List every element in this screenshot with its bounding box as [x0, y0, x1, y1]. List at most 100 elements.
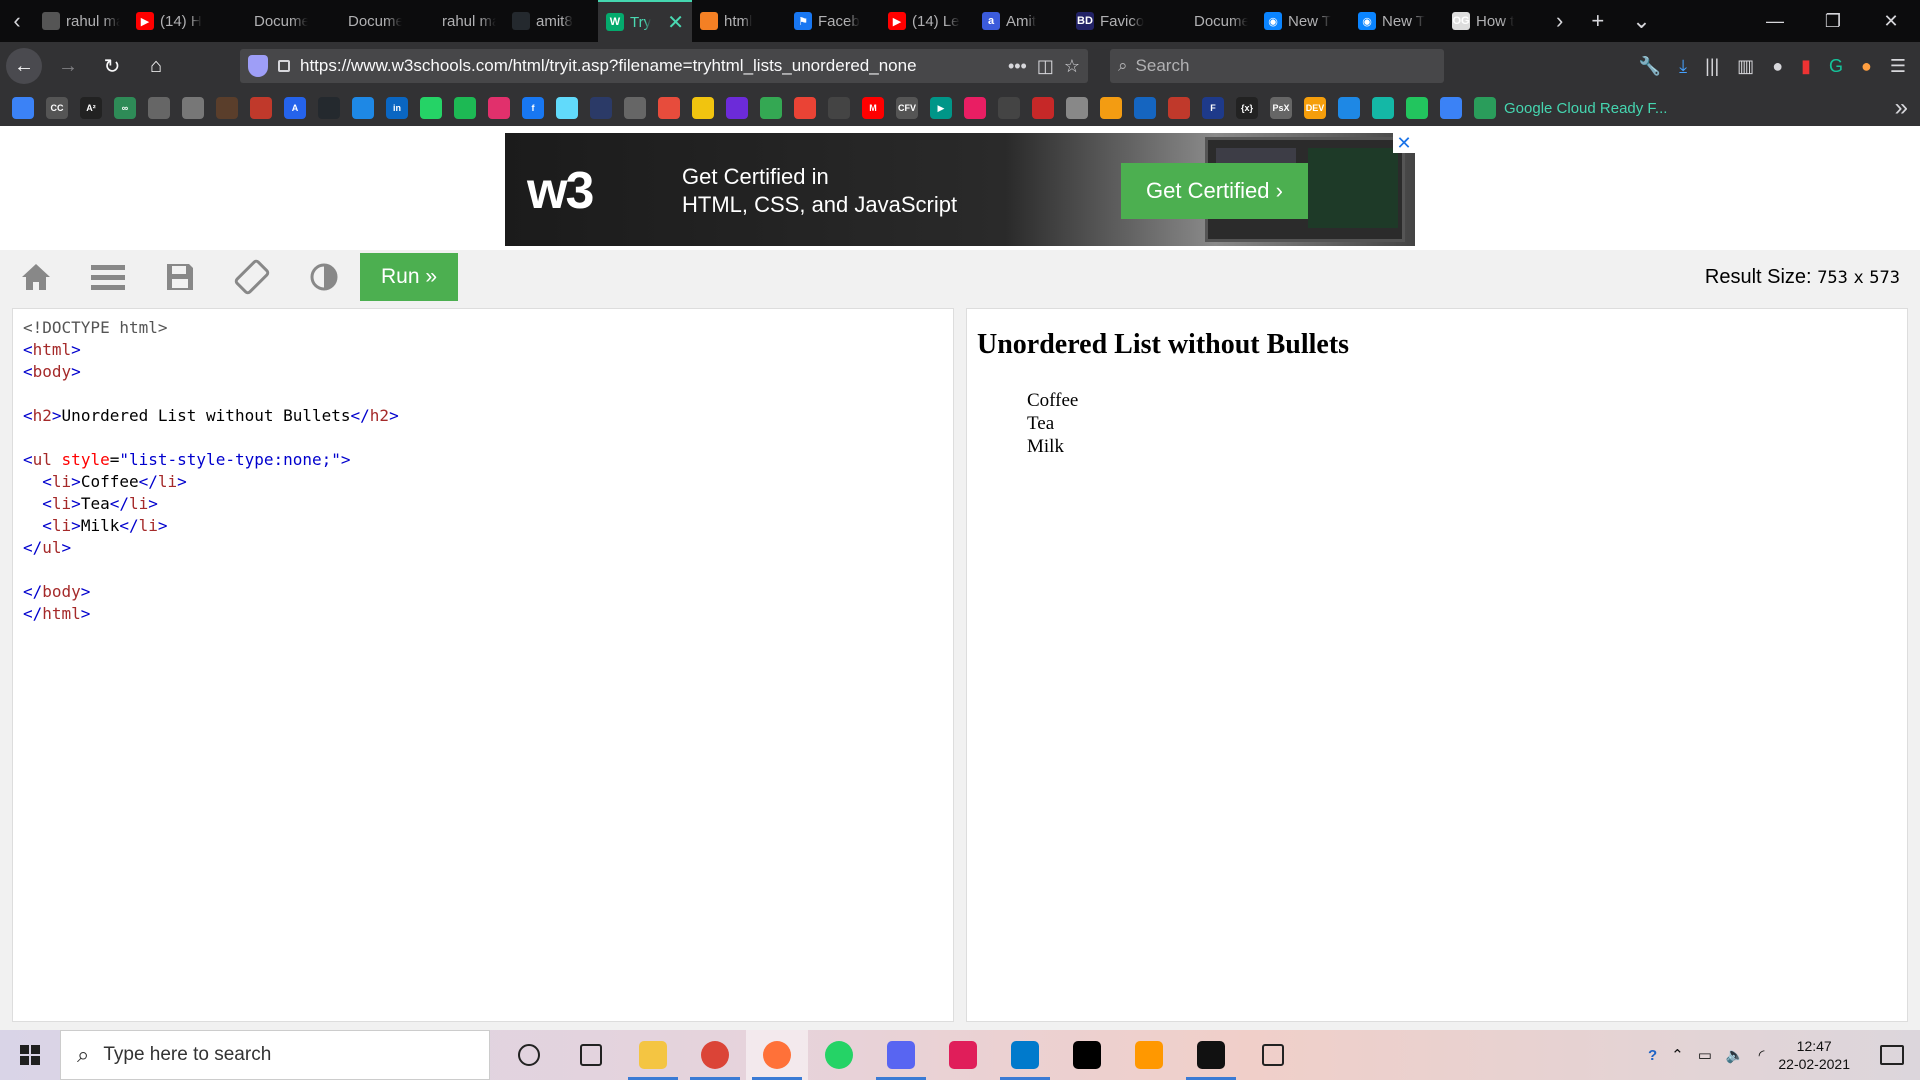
back-icon[interactable]: ← [6, 48, 42, 84]
code-line[interactable] [23, 559, 943, 581]
bookmarks-overflow-icon[interactable]: » [1895, 94, 1908, 122]
browser-tab[interactable]: Document [316, 0, 410, 42]
minimize-icon[interactable]: — [1746, 11, 1804, 32]
wifi-icon[interactable]: ◜ [1759, 1046, 1765, 1064]
ad-close-icon[interactable]: ✕ [1393, 133, 1415, 153]
url-bar[interactable]: https://www.w3schools.com/html/tryit.asp… [240, 49, 1088, 83]
bookmark-icon[interactable] [590, 97, 612, 119]
rotate-layout-button[interactable] [216, 250, 288, 304]
bookmark-icon[interactable] [488, 97, 510, 119]
theme-toggle-button[interactable] [288, 250, 360, 304]
tray-chevron-icon[interactable]: ⌃ [1671, 1046, 1684, 1064]
bookmark-icon[interactable]: ▶ [930, 97, 952, 119]
new-tab-icon[interactable]: + [1591, 8, 1604, 34]
close-tab-icon[interactable]: ✕ [667, 10, 684, 35]
extension-2-icon[interactable]: ● [1861, 56, 1872, 77]
code-line[interactable]: </ul> [23, 537, 943, 559]
lock-icon[interactable] [278, 60, 290, 72]
wrench-icon[interactable]: 🔧 [1639, 56, 1661, 77]
bookmark-icon[interactable] [624, 97, 646, 119]
url-text[interactable]: https://www.w3schools.com/html/tryit.asp… [300, 56, 998, 76]
clock[interactable]: 12:47 22-02-2021 [1778, 1037, 1850, 1073]
account-icon[interactable]: ● [1772, 56, 1783, 77]
bookmark-icon[interactable]: F [1202, 97, 1224, 119]
browser-tab[interactable]: OG How t [1444, 0, 1538, 42]
menu-icon[interactable]: ☰ [1890, 56, 1906, 77]
forward-icon[interactable]: → [50, 48, 86, 84]
browser-tab[interactable]: rahul mah [410, 0, 504, 42]
bookmark-icon[interactable]: CC [46, 97, 68, 119]
list-all-tabs-icon[interactable]: ⌄ [1632, 8, 1650, 34]
bookmark-icon[interactable] [352, 97, 374, 119]
volume-icon[interactable]: 🔈 [1726, 1046, 1745, 1064]
reload-icon[interactable]: ↻ [94, 48, 130, 84]
firefox-icon[interactable] [746, 1030, 808, 1080]
code-line[interactable] [23, 427, 943, 449]
code-line[interactable]: </html> [23, 603, 943, 625]
bookmark-icon[interactable]: {x} [1236, 97, 1258, 119]
bookmark-icon[interactable] [250, 97, 272, 119]
bookmark-icon[interactable] [1100, 97, 1122, 119]
task-view-icon[interactable] [560, 1030, 622, 1080]
bookmark-icon[interactable] [454, 97, 476, 119]
bookmark-star-icon[interactable]: ☆ [1064, 56, 1080, 77]
discord-icon[interactable] [870, 1030, 932, 1080]
bookmark-icon[interactable] [726, 97, 748, 119]
browser-tab[interactable]: BD Favico [1068, 0, 1162, 42]
browser-tab[interactable]: ◉ New T [1256, 0, 1350, 42]
code-line[interactable]: <ul style="list-style-type:none;"> [23, 449, 943, 471]
browser-tab[interactable]: ◉ New T [1350, 0, 1444, 42]
bookmark-icon[interactable] [1372, 97, 1394, 119]
code-line[interactable]: <li>Coffee</li> [23, 471, 943, 493]
browser-tab[interactable]: ⚑ Faceb [786, 0, 880, 42]
library-icon[interactable]: ||| [1705, 56, 1719, 77]
battery-icon[interactable]: ▭ [1698, 1046, 1712, 1064]
tab-scroll-left-icon[interactable]: ‹ [0, 0, 34, 42]
bookmark-icon[interactable]: DEV [1304, 97, 1326, 119]
tracking-shield-icon[interactable] [248, 55, 268, 77]
bookmark-icon[interactable] [964, 97, 986, 119]
bookmark-icon[interactable] [828, 97, 850, 119]
browser-tab[interactable]: ▶ (14) H [128, 0, 222, 42]
code-line[interactable]: <body> [23, 361, 943, 383]
browser-tab[interactable]: Document [222, 0, 316, 42]
bookmark-icon[interactable] [12, 97, 34, 119]
bookmark-icon[interactable] [1440, 97, 1462, 119]
code-line[interactable]: <html> [23, 339, 943, 361]
start-button[interactable] [0, 1030, 60, 1080]
browser-tab[interactable]: ▶ (14) Le [880, 0, 974, 42]
file-explorer-icon[interactable] [622, 1030, 684, 1080]
browser-tab[interactable]: W Try ✕ [598, 0, 692, 42]
search-bar[interactable]: ⌕ Search [1110, 49, 1444, 83]
bookmark-icon[interactable] [760, 97, 782, 119]
bookmark-icon[interactable]: PsX [1270, 97, 1292, 119]
bookmark-icon[interactable] [1066, 97, 1088, 119]
sidebar-icon[interactable]: ▥ [1737, 56, 1754, 77]
close-window-icon[interactable]: ✕ [1862, 11, 1920, 32]
bookmark-icon[interactable] [998, 97, 1020, 119]
code-line[interactable]: <li>Milk</li> [23, 515, 943, 537]
help-icon[interactable]: ? [1648, 1047, 1657, 1064]
bookmark-icon[interactable] [692, 97, 714, 119]
save-button[interactable] [144, 250, 216, 304]
taskbar-search[interactable]: ⌕ Type here to search [60, 1030, 490, 1080]
bookmark-icon[interactable]: CFV [896, 97, 918, 119]
run-button[interactable]: Run » [360, 253, 458, 301]
bookmark-icon[interactable] [1032, 97, 1054, 119]
bookmark-icon[interactable]: M [862, 97, 884, 119]
menu-button[interactable] [72, 250, 144, 304]
slack-icon[interactable] [932, 1030, 994, 1080]
ad-banner[interactable]: w3 Get Certified in HTML, CSS, and JavaS… [505, 133, 1415, 246]
code-editor[interactable]: <!DOCTYPE html> <html> <body> <h2>Unordered… [12, 308, 954, 1022]
bookmark-icon[interactable]: f [522, 97, 544, 119]
get-certified-button[interactable]: Get Certified › [1121, 163, 1308, 219]
download-icon[interactable]: ⤓ [1679, 56, 1687, 77]
bookmark-icon[interactable]: A² [80, 97, 102, 119]
bookmark-icon[interactable] [1406, 97, 1428, 119]
feedback-icon[interactable] [1242, 1030, 1304, 1080]
home-icon[interactable]: ⌂ [138, 48, 174, 84]
home-button[interactable] [0, 250, 72, 304]
bookmark-icon[interactable]: ∞ [114, 97, 136, 119]
terminal-icon[interactable] [1180, 1030, 1242, 1080]
code-line[interactable]: <li>Tea</li> [23, 493, 943, 515]
